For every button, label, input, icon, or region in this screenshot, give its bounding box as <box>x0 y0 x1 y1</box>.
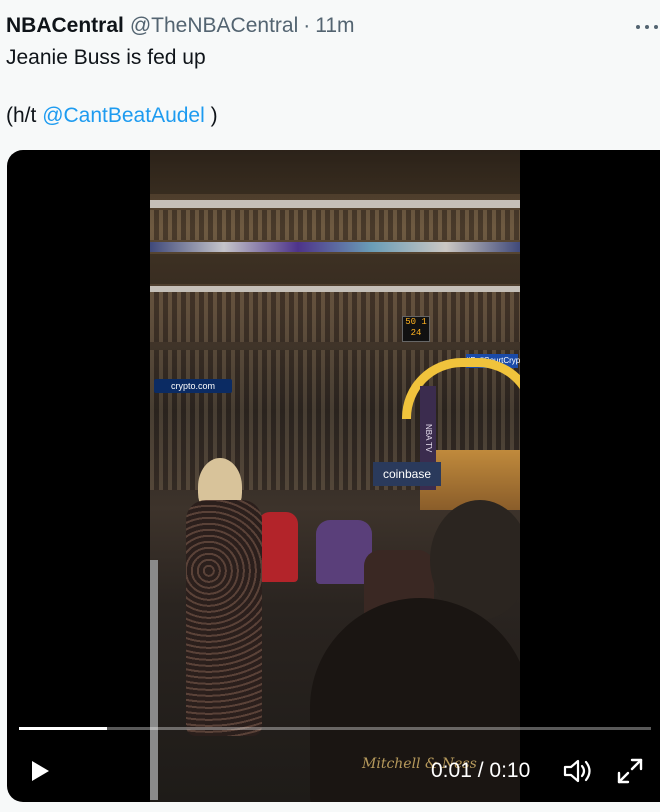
current-time: 0:01 <box>431 759 472 782</box>
more-dot <box>645 25 649 29</box>
video-player[interactable]: 50 1 24 crypto.com #BallCourtCrypto NBA … <box>7 150 660 802</box>
more-dot <box>654 25 658 29</box>
fullscreen-icon-glyph <box>617 758 643 784</box>
railing <box>150 560 158 800</box>
upper-deck <box>150 150 520 194</box>
video-progress-bar[interactable] <box>19 727 651 730</box>
play-icon[interactable] <box>27 758 53 784</box>
author-handle[interactable]: @TheNBACentral <box>130 14 298 38</box>
more-dot <box>636 25 640 29</box>
coinbase-sign: coinbase <box>373 462 441 486</box>
led-ribbon-board <box>150 242 520 252</box>
shot-clock-top: 50 1 <box>405 317 427 327</box>
tweet-text: Jeanie Buss is fed up <box>6 46 206 69</box>
hat-tip-line: (h/t @CantBeatAudel ) <box>6 104 218 128</box>
author-display-name[interactable]: NBACentral <box>6 14 124 38</box>
suite-level <box>150 254 520 284</box>
crypto-sign: crypto.com <box>154 379 232 393</box>
crowd-middle <box>150 292 520 342</box>
volume-icon-glyph <box>563 759 591 783</box>
tweet-timestamp[interactable]: 11m <box>315 14 354 38</box>
hat-tip-suffix: ) <box>204 104 218 127</box>
volume-icon[interactable] <box>562 757 594 785</box>
time-readout: 0:01 / 0:10 <box>431 758 530 784</box>
mention-link[interactable]: @CantBeatAudel <box>42 104 205 127</box>
fullscreen-icon[interactable] <box>616 757 644 785</box>
duration: 0:10 <box>489 759 531 782</box>
hat-tip-prefix: (h/t <box>6 104 43 127</box>
woman-standing <box>180 458 266 748</box>
woman-dress <box>186 500 262 736</box>
crowd-upper <box>150 210 520 240</box>
header-separator: · <box>303 14 311 37</box>
play-icon-glyph <box>32 761 49 781</box>
upper-banner <box>150 200 520 208</box>
more-dots-icon[interactable] <box>636 22 658 32</box>
tweet-header: NBACentral @TheNBACentral · 11m <box>6 12 660 40</box>
shot-clock-bottom: 24 <box>410 328 422 338</box>
video-frame[interactable]: 50 1 24 crypto.com #BallCourtCrypto NBA … <box>150 150 520 802</box>
time-separator: / <box>471 759 490 782</box>
video-progress-fill <box>19 727 108 730</box>
shot-clock: 50 1 24 <box>402 316 430 342</box>
